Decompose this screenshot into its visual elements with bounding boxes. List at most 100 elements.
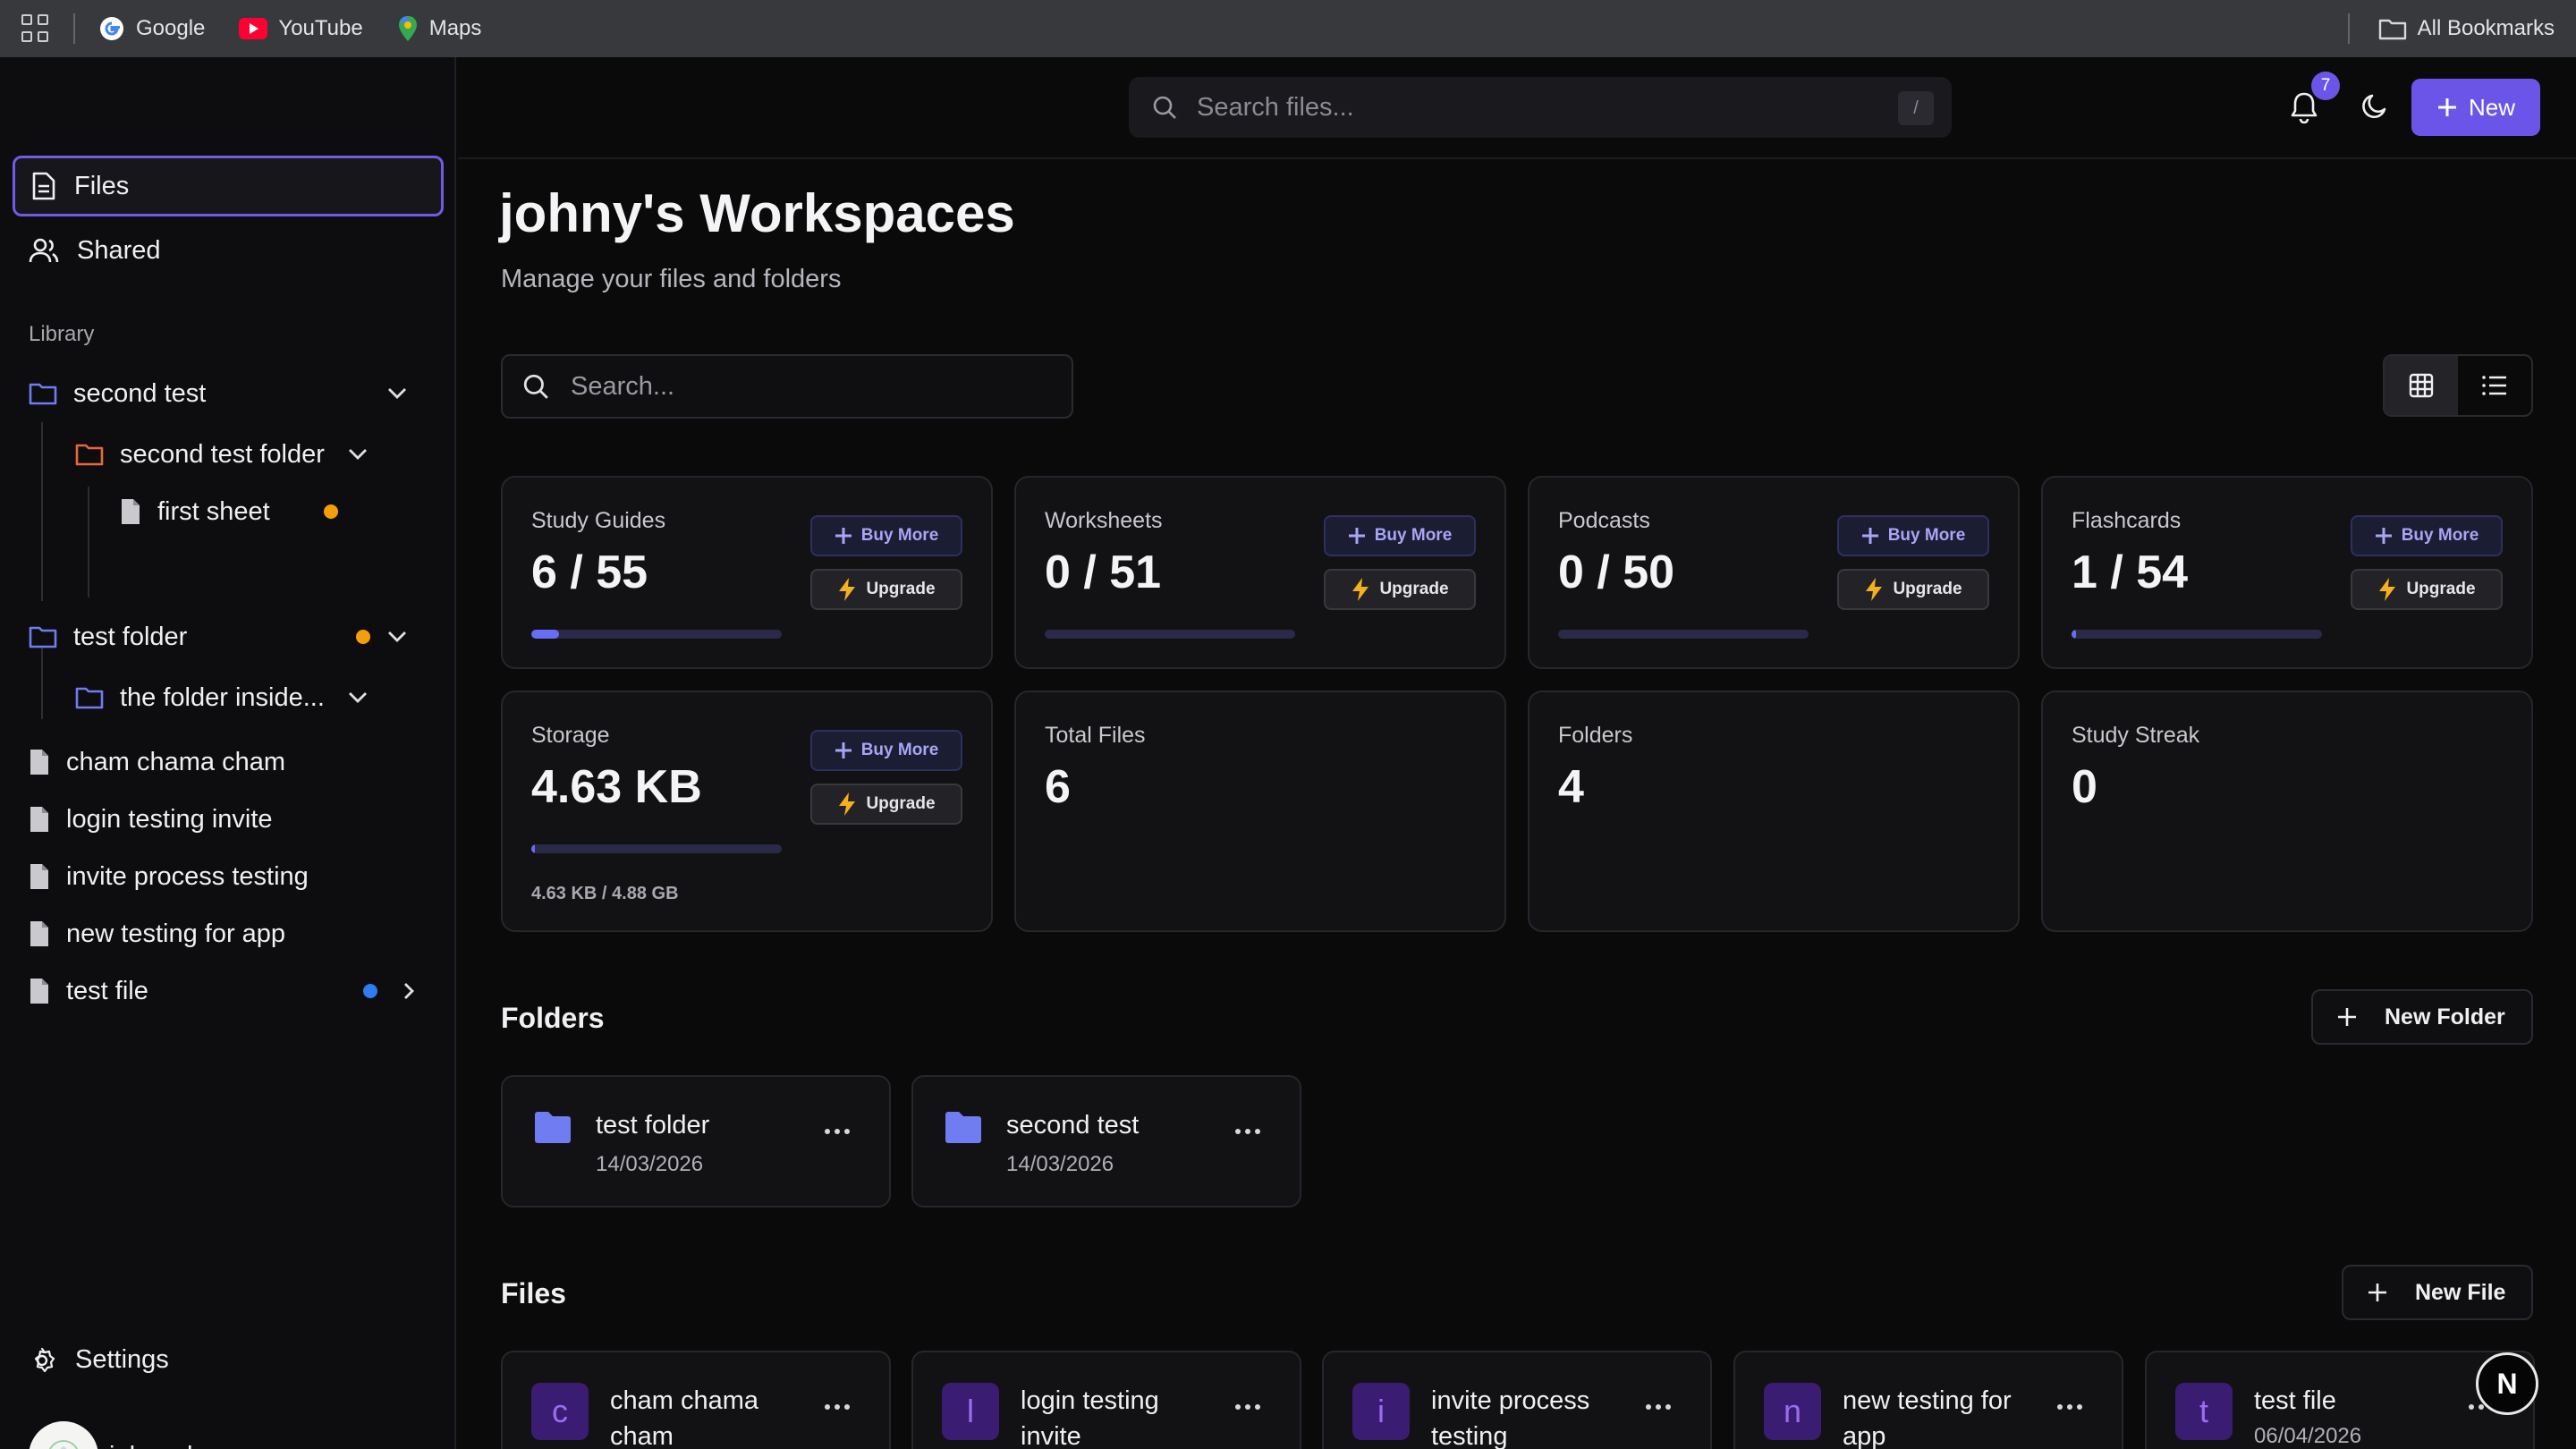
progress-fill	[531, 630, 559, 639]
upgrade-button[interactable]: Upgrade	[1324, 569, 1476, 610]
file-card[interactable]: c cham chama cham	[501, 1351, 891, 1449]
tree-folder-inside[interactable]: the folder inside...	[75, 673, 379, 723]
file-card[interactable]: i invite process testing	[1322, 1351, 1712, 1449]
tree-folder-second-test-folder[interactable]: second test folder	[75, 429, 379, 479]
leaf-logo-icon	[48, 1440, 79, 1449]
stat-card-flashcards: Flashcards 1 / 54 Buy More Upgrade	[2041, 476, 2533, 669]
tree-folder-second-test[interactable]: second test	[29, 369, 413, 419]
tree-label: test folder	[73, 622, 188, 651]
all-bookmarks[interactable]: All Bookmarks	[2378, 16, 2555, 41]
more-options-icon[interactable]	[1235, 1404, 1260, 1410]
chevron-down-icon[interactable]	[347, 447, 369, 462]
progress-fill	[2072, 630, 2077, 639]
file-card[interactable]: l login testing invite	[911, 1351, 1301, 1449]
grid-view-button[interactable]	[2385, 356, 2458, 415]
folder-card[interactable]: test folder 14/03/2026	[501, 1075, 891, 1208]
stat-card-total-files: Total Files 6	[1014, 691, 1506, 932]
settings-link[interactable]: Settings	[29, 1345, 169, 1375]
more-options-icon[interactable]	[1646, 1404, 1671, 1410]
lightning-icon	[839, 792, 856, 816]
chevron-down-icon[interactable]	[347, 691, 369, 705]
bell-icon[interactable]	[2290, 91, 2318, 123]
buy-more-button[interactable]: Buy More	[810, 730, 962, 771]
page-subtitle: Manage your files and folders	[501, 265, 842, 293]
user-profile[interactable]: johny depps	[29, 1420, 438, 1449]
upgrade-button[interactable]: Upgrade	[810, 569, 962, 610]
chevron-right-icon[interactable]	[402, 981, 415, 1001]
document-icon	[30, 750, 48, 775]
stat-label: Study Guides	[531, 508, 666, 533]
usage-progress-bar	[1558, 630, 1809, 639]
apps-grid-icon[interactable]	[21, 14, 50, 43]
usage-progress-bar	[1045, 630, 1295, 639]
bookmark-google[interactable]: Google	[98, 15, 205, 42]
stat-label: Podcasts	[1558, 508, 1650, 533]
new-button[interactable]: New	[2411, 79, 2540, 136]
tree-label: cham chama cham	[66, 747, 285, 776]
chevron-down-icon[interactable]	[386, 630, 408, 644]
google-icon	[100, 17, 123, 40]
tree-file-invite-process-testing[interactable]: invite process testing	[29, 852, 309, 902]
tree-file-login-testing-invite[interactable]: login testing invite	[29, 794, 273, 844]
tree-file-cham-chama-cham[interactable]: cham chama cham	[29, 737, 285, 787]
upgrade-label: Upgrade	[866, 580, 936, 598]
upgrade-button[interactable]: Upgrade	[1837, 569, 1989, 610]
list-view-button[interactable]	[2458, 356, 2531, 415]
youtube-icon	[239, 18, 268, 39]
view-toggle	[2383, 354, 2533, 417]
stat-label: Study Streak	[2072, 723, 2200, 748]
buy-more-button[interactable]: Buy More	[810, 515, 962, 556]
more-options-icon[interactable]	[825, 1404, 850, 1410]
workspace-search-input[interactable]	[571, 371, 1036, 402]
tree-guide-line	[88, 487, 89, 597]
plus-icon	[2437, 98, 2456, 116]
nav-shared[interactable]: Shared	[13, 220, 444, 281]
file-card[interactable]: t test file 06/04/2026	[2145, 1351, 2535, 1449]
stat-value: 4	[1558, 761, 1584, 813]
bookmarks-bar: Google YouTube Maps All Bookmarks	[0, 0, 2576, 57]
folder-card[interactable]: second test 14/03/2026	[911, 1075, 1301, 1208]
folder-outline-icon	[2378, 19, 2406, 40]
status-dot	[356, 630, 370, 644]
files-heading: Files	[501, 1277, 566, 1309]
more-options-icon[interactable]	[825, 1129, 850, 1134]
more-options-icon[interactable]	[1235, 1129, 1260, 1134]
bookmarks-divider	[73, 13, 75, 44]
file-name: test file	[2254, 1386, 2336, 1415]
bookmark-maps[interactable]: Maps	[397, 15, 481, 42]
new-file-button[interactable]: New File	[2342, 1265, 2533, 1320]
global-search-input[interactable]	[1197, 92, 1841, 123]
tree-file-test-file[interactable]: test file	[29, 966, 422, 1016]
buy-more-button[interactable]: Buy More	[1837, 515, 1989, 556]
folder-date: 14/03/2026	[1006, 1152, 1114, 1176]
upgrade-button[interactable]: Upgrade	[810, 784, 962, 825]
upgrade-label: Upgrade	[1893, 580, 1962, 598]
folder-name: second test	[1006, 1111, 1140, 1140]
plus-icon	[2338, 1008, 2356, 1026]
global-search[interactable]: /	[1129, 77, 1952, 138]
buy-more-label: Buy More	[1887, 526, 1966, 545]
tree-file-new-testing-for-app[interactable]: new testing for app	[29, 909, 285, 959]
stat-label: Folders	[1558, 723, 1633, 748]
nav-files[interactable]: Files	[13, 156, 444, 216]
buy-more-button[interactable]: Buy More	[2351, 515, 2503, 556]
tree-file-first-sheet[interactable]: first sheet	[120, 487, 343, 537]
bookmark-youtube[interactable]: YouTube	[239, 16, 363, 41]
new-folder-button[interactable]: New Folder	[2311, 989, 2533, 1045]
stat-label: Flashcards	[2072, 508, 2182, 533]
tree-label: new testing for app	[66, 919, 286, 948]
moon-icon[interactable]	[2360, 91, 2390, 122]
workspace-search[interactable]	[501, 354, 1073, 419]
tree-folder-test-folder[interactable]: test folder	[29, 612, 413, 662]
upgrade-label: Upgrade	[1379, 580, 1449, 598]
usage-progress-bar	[531, 630, 782, 639]
lightning-icon	[2379, 578, 2396, 601]
file-card[interactable]: n new testing for app	[1733, 1351, 2123, 1449]
more-options-icon[interactable]	[2057, 1404, 2082, 1410]
buy-more-button[interactable]: Buy More	[1324, 515, 1476, 556]
document-icon	[30, 979, 48, 1004]
upgrade-button[interactable]: Upgrade	[2351, 569, 2503, 610]
chevron-down-icon[interactable]	[386, 386, 408, 401]
nav-label: Shared	[77, 235, 161, 265]
floating-action-button[interactable]: N	[2476, 1352, 2538, 1415]
